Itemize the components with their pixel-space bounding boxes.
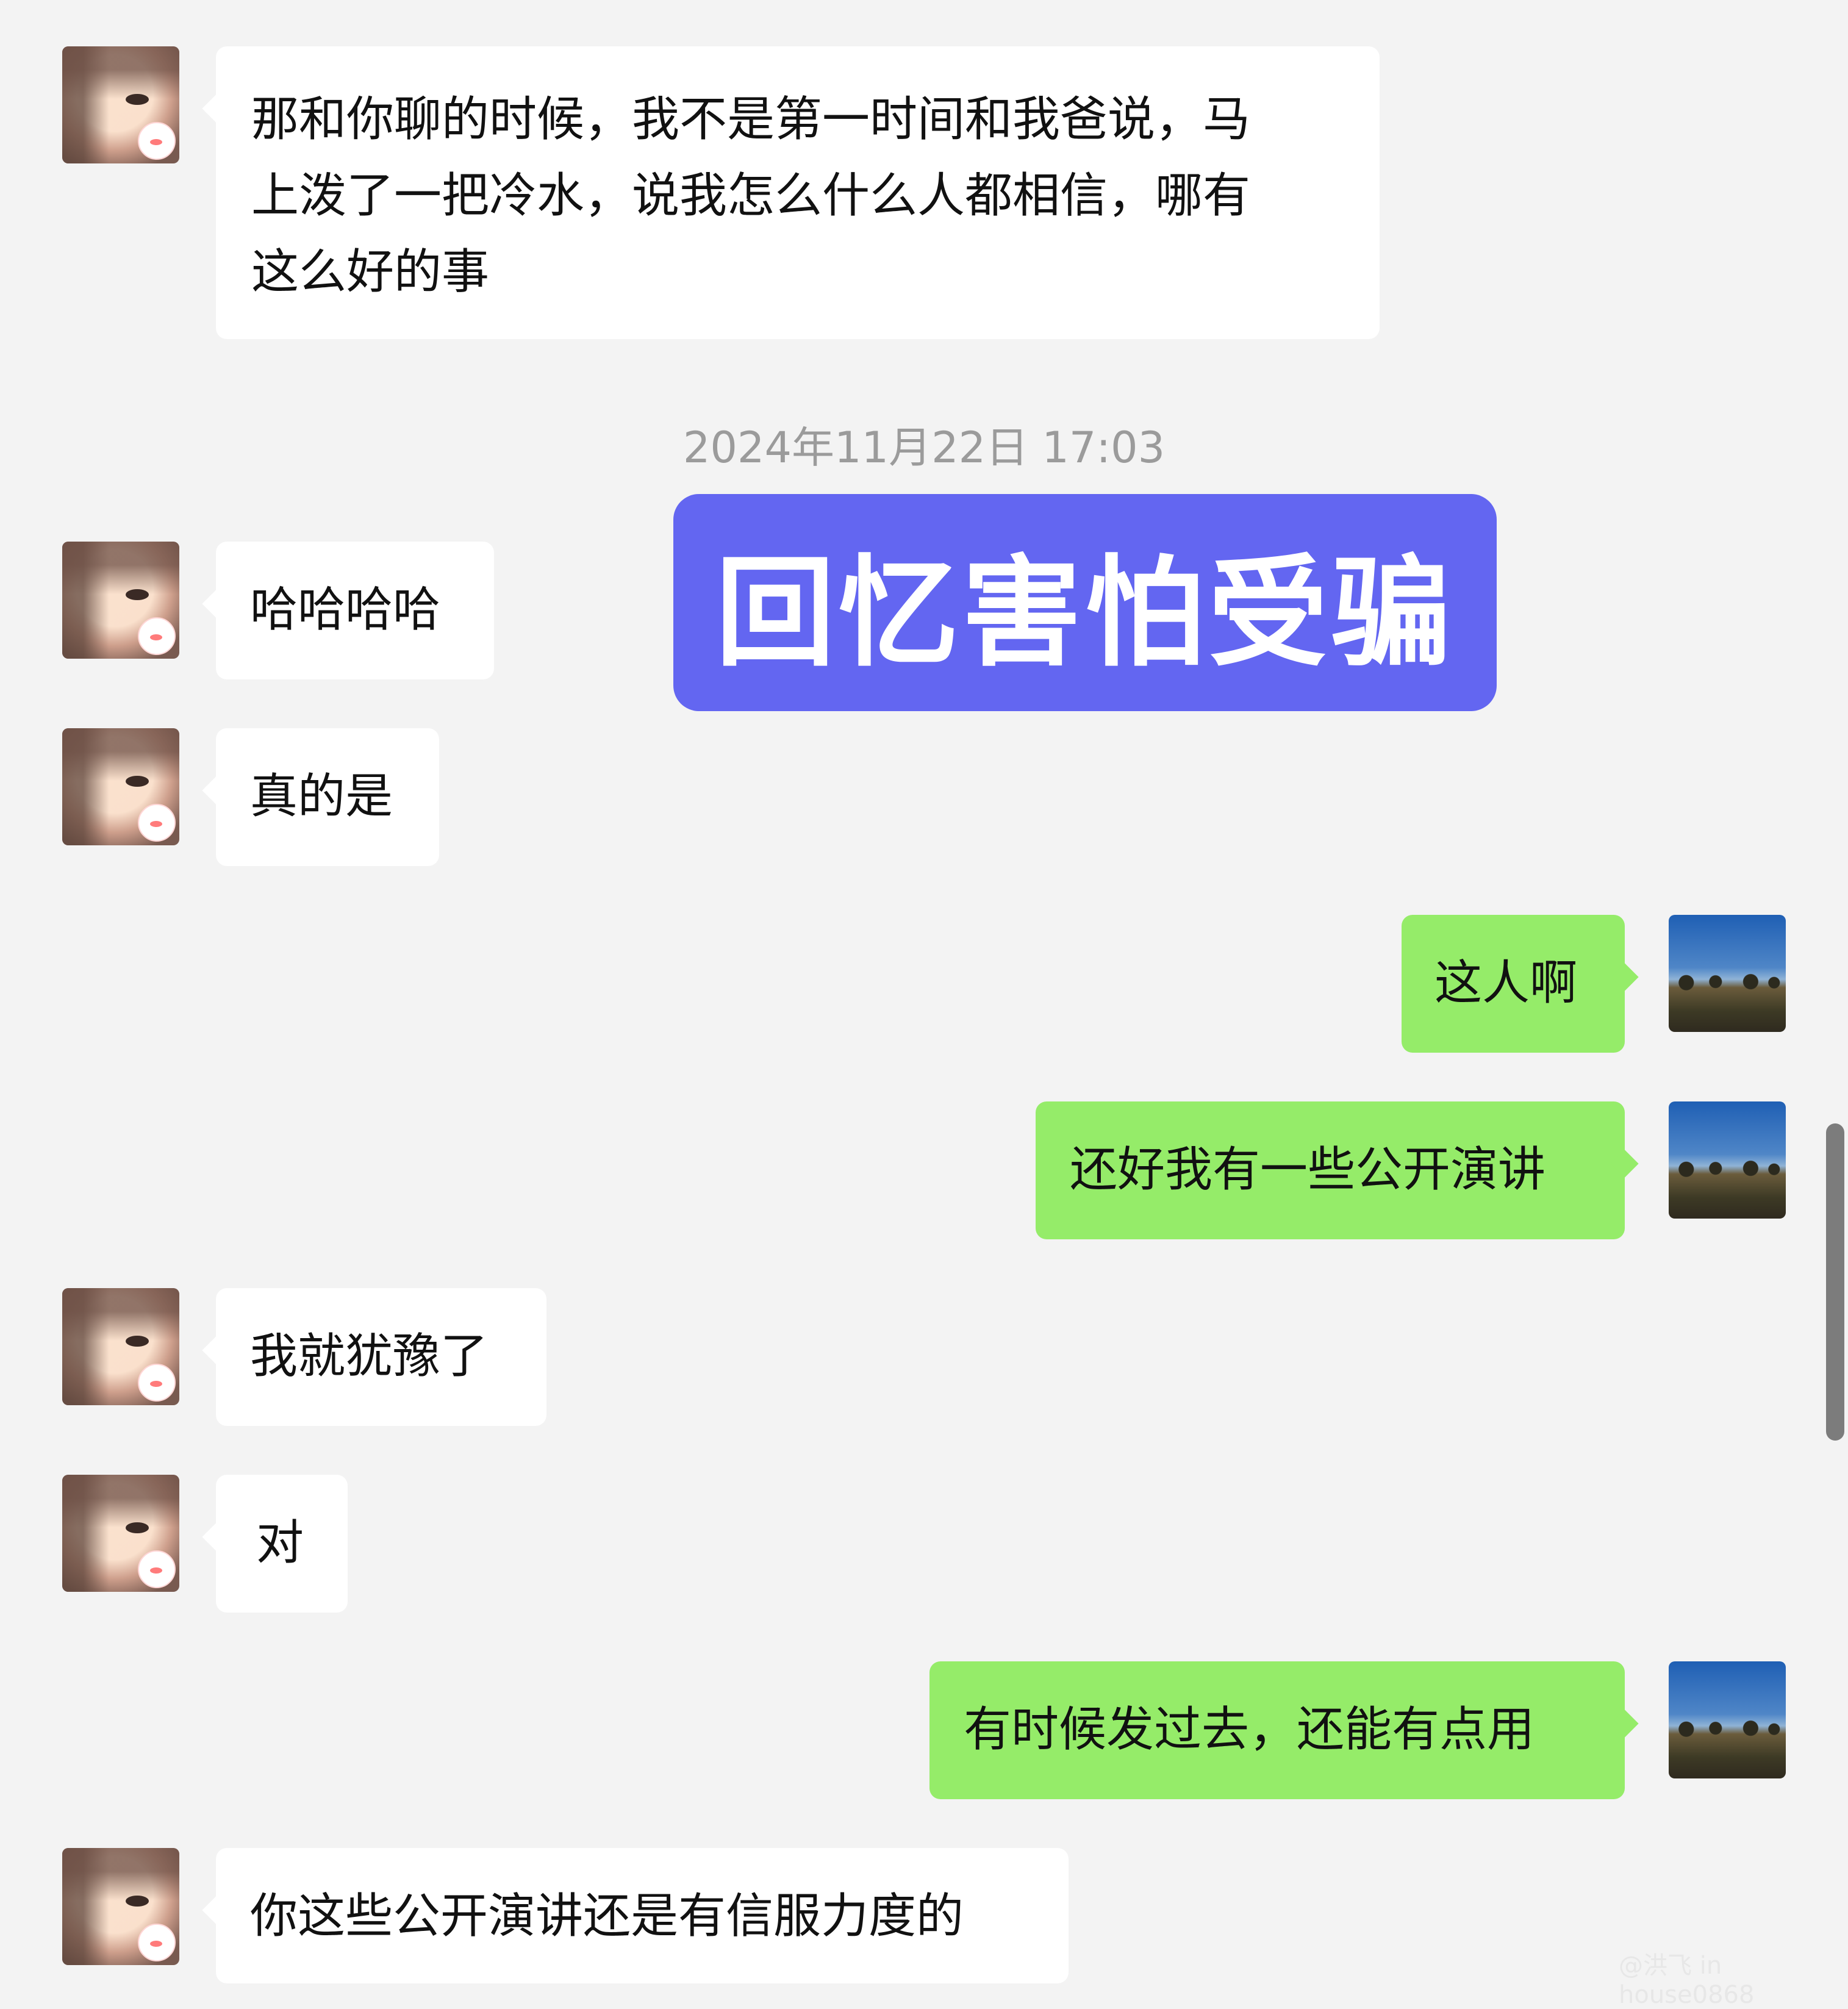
avatar-bunny-sticker [138, 617, 176, 655]
message-text: 那和你聊的时候，我不是第一时间和我爸说，马 上泼了一把冷水，说我怎么什么人都相信… [251, 92, 1251, 299]
message-text: 还好我有一些公开演讲 [1070, 1142, 1546, 1197]
avatar-eye [126, 94, 149, 105]
contact-avatar[interactable] [62, 1475, 179, 1592]
contact-avatar[interactable] [62, 1848, 179, 1965]
message-bubble-left[interactable]: 哈哈哈哈 [216, 542, 494, 679]
message-text: 真的是 [250, 769, 393, 824]
avatar-treeline [1669, 1717, 1786, 1737]
message-bubble-right[interactable]: 这人啊 [1402, 915, 1625, 1053]
avatar-eye [126, 1336, 149, 1347]
avatar-bunny-sticker [138, 1550, 176, 1588]
message-text: 我就犹豫了 [250, 1329, 489, 1384]
avatar-eye [126, 1896, 149, 1907]
message-text: 哈哈哈哈 [250, 582, 441, 637]
message-bubble-left[interactable]: 对 [216, 1475, 348, 1613]
avatar-treeline [1669, 971, 1786, 990]
watermark: @洪飞 in house0868 [1619, 1952, 1755, 2009]
message-text: 有时候发过去，还能有点用 [964, 1702, 1535, 1757]
chat-timestamp: 2024年11月22日 17:03 [682, 423, 1166, 473]
message-text: 你这些公开演讲还是有信服力度的 [250, 1889, 964, 1944]
contact-avatar[interactable] [62, 542, 179, 659]
message-bubble-left[interactable]: 那和你聊的时候，我不是第一时间和我爸说，马 上泼了一把冷水，说我怎么什么人都相信… [216, 46, 1380, 339]
contact-avatar[interactable] [62, 1288, 179, 1405]
user-avatar[interactable] [1669, 1101, 1786, 1219]
message-bubble-left[interactable]: 你这些公开演讲还是有信服力度的 [216, 1848, 1069, 1983]
avatar-eye [126, 1522, 149, 1533]
message-bubble-left[interactable]: 我就犹豫了 [216, 1288, 546, 1426]
overlay-title: 回忆害怕受骗 [715, 543, 1455, 683]
message-text: 对 [256, 1516, 304, 1570]
avatar-bunny-sticker [138, 804, 176, 842]
user-avatar[interactable] [1669, 1661, 1786, 1778]
avatar-bunny-sticker [138, 122, 176, 160]
avatar-bunny-sticker [138, 1364, 176, 1402]
scrollbar-thumb[interactable] [1826, 1123, 1844, 1441]
user-avatar[interactable] [1669, 915, 1786, 1032]
contact-avatar[interactable] [62, 46, 179, 163]
message-bubble-right[interactable]: 有时候发过去，还能有点用 [929, 1661, 1625, 1799]
avatar-eye [126, 589, 149, 600]
overlay-title-banner: 回忆害怕受骗 [673, 494, 1497, 711]
avatar-bunny-sticker [138, 1924, 176, 1961]
message-text: 这人啊 [1434, 956, 1578, 1011]
message-bubble-right[interactable]: 还好我有一些公开演讲 [1036, 1101, 1625, 1239]
contact-avatar[interactable] [62, 728, 179, 845]
avatar-eye [126, 776, 149, 787]
message-bubble-left[interactable]: 真的是 [216, 728, 439, 866]
avatar-treeline [1669, 1158, 1786, 1177]
